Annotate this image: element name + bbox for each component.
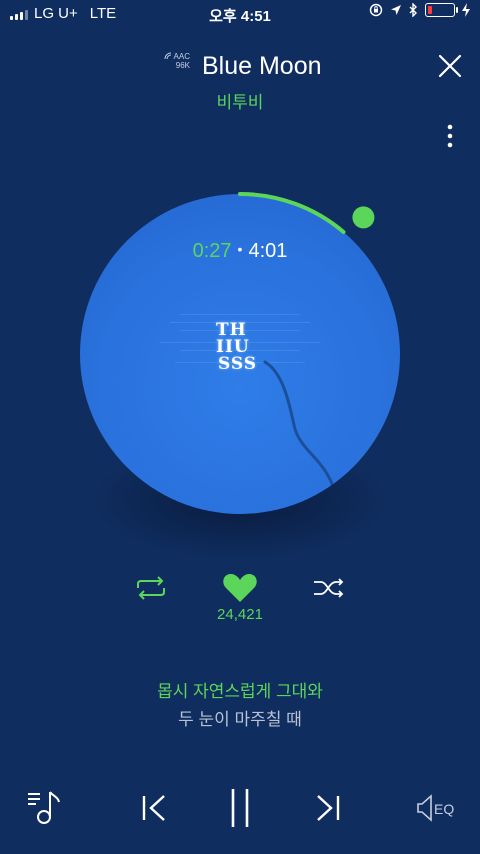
rotation-lock-icon — [369, 3, 383, 17]
previous-icon — [142, 795, 165, 821]
battery-fill — [428, 6, 432, 14]
lyrics-next-line[interactable]: 두 눈이 마주칠 때 — [0, 705, 480, 730]
status-bar: LG U+ LTE 오후 4:51 — [0, 0, 480, 28]
previous-button[interactable] — [140, 792, 170, 824]
playback-controls: EQ — [0, 784, 480, 834]
album-art-text: TH IIU SSS — [210, 322, 280, 373]
album-art-line: SSS — [218, 354, 258, 374]
total-time: 4:01 — [248, 240, 288, 262]
close-button[interactable] — [434, 50, 466, 82]
status-right — [369, 3, 470, 17]
heart-icon — [223, 574, 257, 602]
equalizer-button[interactable]: EQ — [414, 792, 462, 824]
artist-name[interactable]: 비투비 — [0, 88, 480, 113]
playlist-button[interactable] — [26, 788, 66, 828]
equalizer-label: EQ — [434, 801, 455, 817]
header: AAC 96K Blue Moon — [0, 48, 480, 88]
codec-bitrate: 96K — [175, 61, 190, 70]
wave-icon — [164, 52, 172, 60]
lyrics-current-line[interactable]: 몹시 자연스럽게 그대와 — [0, 677, 480, 702]
pause-button[interactable] — [226, 786, 254, 830]
equalizer-icon — [417, 794, 432, 822]
battery-icon — [425, 3, 458, 17]
bluetooth-icon — [409, 3, 417, 17]
more-vertical-icon — [447, 124, 453, 148]
charging-icon — [462, 3, 470, 17]
song-title: Blue Moon — [202, 52, 322, 80]
elapsed-time: 0:27 — [192, 240, 232, 262]
pause-icon — [231, 789, 249, 827]
next-icon — [317, 795, 340, 821]
codec-badge: AAC 96K — [164, 52, 190, 70]
more-options-button[interactable] — [444, 122, 456, 152]
like-button[interactable] — [222, 572, 258, 604]
next-button[interactable] — [312, 792, 342, 824]
progress-knob[interactable] — [352, 206, 375, 229]
repeat-button[interactable] — [134, 576, 168, 600]
playlist-icon — [28, 791, 60, 824]
like-count: 24,421 — [217, 606, 263, 623]
close-icon — [438, 54, 462, 78]
action-row: 24,421 — [0, 570, 480, 630]
repeat-icon — [137, 576, 165, 600]
time-separator: • — [237, 241, 243, 257]
time-display: 0:27 • 4:01 — [0, 240, 480, 263]
shuffle-icon — [314, 578, 344, 598]
location-icon — [391, 5, 401, 15]
shuffle-button[interactable] — [312, 576, 346, 600]
